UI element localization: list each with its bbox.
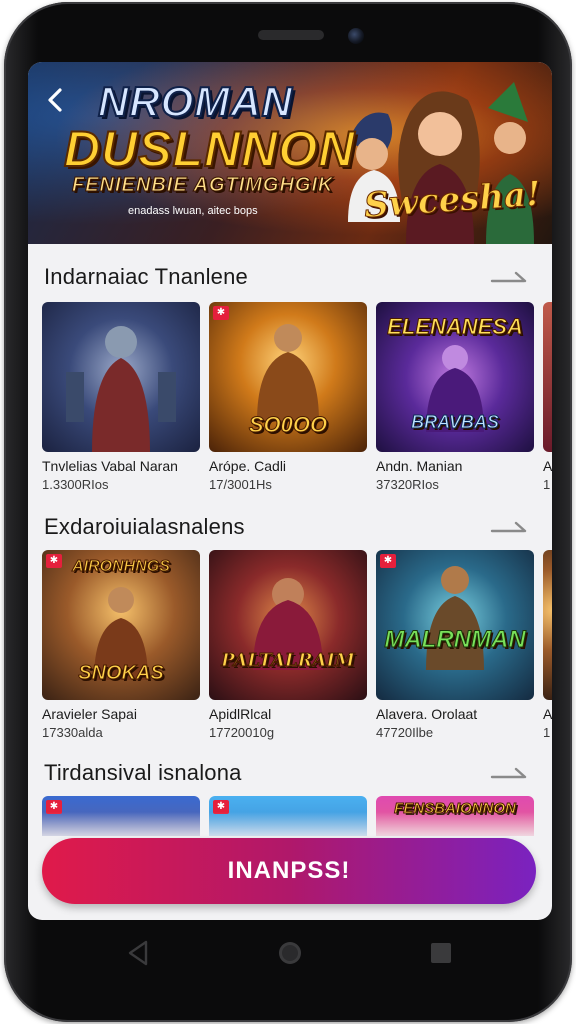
- game-player-count: 1.3300RIos: [42, 477, 109, 492]
- game-player-count: 1: [543, 725, 551, 740]
- banner-tagline: enadass lwuan, aitec bops: [128, 205, 258, 217]
- triangle-back-icon: [128, 940, 148, 966]
- game-card[interactable]: ✱ AIRONHNGS SNOKAS Aravieler Sapai 17330…: [42, 550, 200, 740]
- section-title-2: Exdaroiuialasnalens: [44, 514, 245, 539]
- section-1-row: Tnvlelias Vabal Naran 1.3300RIos ✱ SO0OO…: [42, 302, 552, 502]
- section-title-1: Indarnaiac Tnanlene: [44, 264, 248, 289]
- game-thumbnail: ✱ SO0OO: [209, 302, 367, 452]
- thumbnail-art-title: MALRNMAN: [384, 626, 526, 654]
- game-card[interactable]: PALTALRAIM ApidlRlcal 17720010g: [209, 550, 367, 740]
- game-thumbnail: [42, 302, 200, 452]
- game-player-count: 17720010g: [209, 725, 275, 740]
- banner-title-line2: DUSLNNON: [63, 120, 356, 178]
- arrow-right-icon: [490, 521, 527, 533]
- banner-subtitle: FENIENBIE AGTIMGHGIK: [71, 174, 334, 197]
- section-2-more-button[interactable]: [490, 516, 530, 538]
- square-recents-icon: [431, 943, 451, 963]
- game-title: Aravieler Sapai: [42, 706, 137, 722]
- game-card-peek[interactable]: A 1: [543, 302, 552, 492]
- game-title: A: [543, 706, 552, 722]
- thumbnail-art-title: PALTALRAIM: [221, 650, 356, 672]
- thumbnail-art-title: SNOKAS: [78, 662, 165, 685]
- game-player-count: 17330alda: [42, 725, 103, 740]
- game-card[interactable]: ELENANESA BRAVBAS Andn. Manian 37320RIos: [376, 302, 534, 492]
- section-3-more-button[interactable]: [490, 762, 530, 784]
- thumbnail-art-title: BRAVBAS: [411, 412, 500, 433]
- back-arrow-icon: [48, 88, 62, 112]
- banner-title-line1: NROMAN: [97, 77, 293, 126]
- section-1-more-button[interactable]: [490, 266, 530, 288]
- thumbnail-art-heading: AIRONHNGS: [72, 558, 171, 576]
- warrior-illustration: [66, 326, 176, 452]
- game-thumbnail: ELENANESA BRAVBAS: [376, 302, 534, 452]
- game-title: Alavera. Orolaat: [376, 706, 478, 722]
- front-camera: [348, 28, 364, 44]
- thumbnail-art-heading: ELENANESA: [387, 314, 524, 340]
- hero-banner[interactable]: NROMAN DUSLNNON FENIENBIE AGTIMGHGIK ena…: [28, 62, 552, 244]
- section-title-3: Tirdansival isnalona: [44, 760, 242, 785]
- back-button[interactable]: [40, 84, 72, 116]
- app-screen: NROMAN DUSLNNON FENIENBIE AGTIMGHGIK ena…: [28, 62, 552, 920]
- warrior-illustration: [253, 578, 323, 670]
- game-card-peek[interactable]: A 1: [543, 550, 552, 740]
- arrow-right-icon: [490, 271, 527, 283]
- nav-home-button[interactable]: [275, 938, 305, 968]
- game-title: Tnvlelias Vabal Naran: [42, 458, 178, 474]
- game-card[interactable]: Tnvlelias Vabal Naran 1.3300RIos: [42, 302, 200, 492]
- game-title: Andn. Manian: [376, 458, 463, 474]
- game-title: ApidlRlcal: [209, 706, 272, 722]
- circle-home-icon: [279, 942, 301, 964]
- system-navigation-bar: [28, 922, 552, 986]
- game-title: Arópe. Cadli: [209, 458, 287, 474]
- game-thumbnail: ✱ MALRNMAN: [376, 550, 534, 700]
- game-player-count: 47720Ilbe: [376, 725, 434, 740]
- earpiece-speaker: [258, 30, 324, 40]
- section-2-row: ✱ AIRONHNGS SNOKAS Aravieler Sapai 17330…: [42, 550, 552, 750]
- game-player-count: 17/3001Hs: [209, 477, 272, 492]
- thumbnail-art-title: SO0OO: [248, 412, 328, 438]
- new-badge-icon: ✱: [213, 306, 229, 320]
- game-card[interactable]: ✱ MALRNMAN Alavera. Orolaat 47720Ilbe: [376, 550, 534, 740]
- primary-cta-button[interactable]: INANPSS!: [42, 838, 536, 904]
- game-player-count: 1: [543, 477, 551, 492]
- phone-frame: NROMAN DUSLNNON FENIENBIE AGTIMGHGIK ena…: [4, 2, 572, 1022]
- game-thumbnail: [543, 302, 552, 452]
- game-thumbnail: PALTALRAIM: [209, 550, 367, 700]
- game-title: A: [543, 458, 552, 474]
- new-badge-icon: ✱: [380, 554, 396, 568]
- game-thumbnail: [543, 550, 552, 700]
- nav-recents-button[interactable]: [426, 938, 456, 968]
- nav-back-button[interactable]: [124, 938, 154, 968]
- warrior-illustration: [426, 566, 484, 670]
- game-card[interactable]: ✱ SO0OO Arópe. Cadli 17/3001Hs: [209, 302, 367, 492]
- game-player-count: 37320RIos: [376, 477, 439, 492]
- game-thumbnail: ✱ AIRONHNGS SNOKAS: [42, 550, 200, 700]
- arrow-right-icon: [490, 767, 527, 779]
